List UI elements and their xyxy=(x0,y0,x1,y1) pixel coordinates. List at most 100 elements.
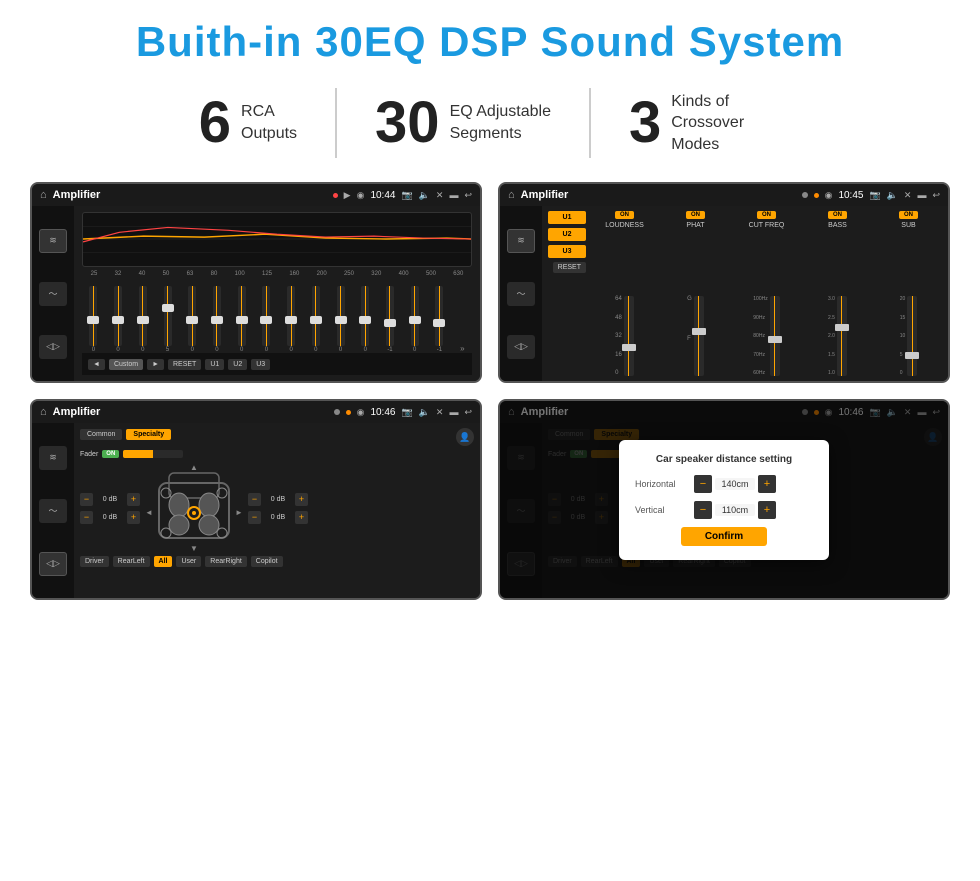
sp-vol-fr: − 0 dB + xyxy=(248,493,308,506)
stat-crossover-label: Kinds of Crossover Modes xyxy=(671,91,781,156)
sp-profile-icon[interactable]: 👤 xyxy=(456,428,474,446)
speaker-screen-card: ⌂ Amplifier ◉ 10:46 📷 🔈 ✕ ▬ ↩ ≋ 〜 ◁▷ xyxy=(30,399,482,600)
sp-vol-fl-minus[interactable]: − xyxy=(80,493,93,506)
eq-curve-svg xyxy=(83,213,471,266)
sp-batt-icon: ▬ xyxy=(449,407,458,417)
sp-fader-toggle[interactable]: ON xyxy=(102,450,119,458)
cx-channel-bass: ON BASS 3.02.52.01.51.0 xyxy=(804,211,871,376)
eq-location-icon: ◉ xyxy=(357,190,365,201)
eq-freq-labels: 253240 506380 100125160 200250320 400500… xyxy=(82,271,472,277)
cx-sidebar-vol-btn[interactable]: ◁▷ xyxy=(507,335,535,359)
sp-tab-common[interactable]: Common xyxy=(80,429,122,440)
cx-cutfreq-toggle[interactable]: ON xyxy=(757,211,776,219)
eq-slider-6: 0 xyxy=(238,286,246,353)
eq-play-icon: ▶ xyxy=(344,190,351,201)
cx-sub-name: SUB xyxy=(901,222,915,229)
cx-sidebar: ≋ 〜 ◁▷ xyxy=(500,206,542,381)
eq-vol-icon: 🔈 xyxy=(419,190,430,201)
sp-vol-fr-plus[interactable]: + xyxy=(295,493,308,506)
sp-copilot-btn[interactable]: Copilot xyxy=(251,556,283,567)
cx-preset-u1[interactable]: U1 xyxy=(548,211,586,224)
dialog-confirm-button[interactable]: Confirm xyxy=(681,527,767,546)
svg-text:▼: ▼ xyxy=(190,544,198,553)
crossover-status-bar: ⌂ Amplifier ◉ 10:45 📷 🔈 ✕ ▬ ↩ xyxy=(500,184,948,206)
sp-app-name: Amplifier xyxy=(53,406,328,418)
sp-all-btn[interactable]: All xyxy=(154,556,173,567)
eq-custom-btn[interactable]: Custom xyxy=(109,359,143,370)
sp-tab-specialty[interactable]: Specialty xyxy=(126,429,171,440)
stat-rca-number: 6 xyxy=(199,94,231,152)
eq-u3-btn[interactable]: U3 xyxy=(251,359,270,370)
dialog-vertical-plus[interactable]: + xyxy=(758,501,776,519)
sp-user-btn[interactable]: User xyxy=(176,556,201,567)
eq-slider-4: 0 xyxy=(188,286,196,353)
sp-sidebar-vol-btn[interactable]: ◁▷ xyxy=(39,552,67,576)
cx-presets: U1 U2 U3 RESET xyxy=(548,211,586,376)
eq-sidebar-eq-btn[interactable]: ≋ xyxy=(39,229,67,253)
sp-vol-rr: − 0 dB + xyxy=(248,511,308,524)
sp-vol-fr-val: 0 dB xyxy=(264,496,292,503)
screenshots-grid: ⌂ Amplifier ▶ ◉ 10:44 📷 🔈 ✕ ▬ ↩ ≋ 〜 ◁▷ xyxy=(30,182,950,600)
cx-channel-phat: ON PHAT GF xyxy=(662,211,729,376)
sp-vol-fl-val: 0 dB xyxy=(96,496,124,503)
dialog-horizontal-plus[interactable]: + xyxy=(758,475,776,493)
sp-vol-icon: 🔈 xyxy=(419,407,430,418)
cx-preset-u2[interactable]: U2 xyxy=(548,228,586,241)
cx-sub-slider[interactable] xyxy=(907,296,917,376)
sp-vol-fr-minus[interactable]: − xyxy=(248,493,261,506)
sp-rearleft-btn[interactable]: RearLeft xyxy=(113,556,150,567)
eq-sidebar-vol-btn[interactable]: ◁▷ xyxy=(39,335,67,359)
cx-phat-toggle[interactable]: ON xyxy=(686,211,705,219)
dialog-vertical-val: 110cm xyxy=(715,504,755,516)
cx-loudness-name: LOUDNESS xyxy=(605,222,644,229)
eq-sliders-row: 0 0 xyxy=(82,280,472,353)
cx-loudness-toggle[interactable]: ON xyxy=(615,211,634,219)
sp-back-icon: ↩ xyxy=(464,407,472,418)
sp-vol-rl-minus[interactable]: − xyxy=(80,511,93,524)
page-wrapper: Buith-in 30EQ DSP Sound System 6 RCA Out… xyxy=(0,0,980,881)
cx-preset-u3[interactable]: U3 xyxy=(548,245,586,258)
cx-sub-toggle[interactable]: ON xyxy=(899,211,918,219)
dialog-vertical-minus[interactable]: − xyxy=(694,501,712,519)
eq-slider-9: 0 xyxy=(312,286,320,353)
sp-vol-rr-plus[interactable]: + xyxy=(295,511,308,524)
dialog-horizontal-label: Horizontal xyxy=(635,479,690,489)
sp-vol-rr-minus[interactable]: − xyxy=(248,511,261,524)
eq-u1-btn[interactable]: U1 xyxy=(205,359,224,370)
eq-cam-icon: 📷 xyxy=(401,190,412,201)
sp-fader-slider[interactable] xyxy=(123,450,183,458)
dialog-vertical-label: Vertical xyxy=(635,505,690,515)
cx-reset-btn[interactable]: RESET xyxy=(553,262,586,273)
eq-u2-btn[interactable]: U2 xyxy=(228,359,247,370)
cx-bass-toggle[interactable]: ON xyxy=(828,211,847,219)
sp-vol-rl-plus[interactable]: + xyxy=(127,511,140,524)
sp-driver-btn[interactable]: Driver xyxy=(80,556,109,567)
eq-reset-btn[interactable]: RESET xyxy=(168,359,201,370)
stat-crossover-number: 3 xyxy=(629,94,661,152)
cx-phat-slider[interactable] xyxy=(694,296,704,376)
eq-next-btn[interactable]: ► xyxy=(147,359,164,370)
eq-sidebar-wave-btn[interactable]: 〜 xyxy=(39,282,67,306)
sp-sidebar-eq-btn[interactable]: ≋ xyxy=(39,446,67,470)
cx-loudness-slider[interactable] xyxy=(624,296,634,376)
eq-prev-btn[interactable]: ◄ xyxy=(88,359,105,370)
sp-rearright-btn[interactable]: RearRight xyxy=(205,556,247,567)
dialog-horizontal-minus[interactable]: − xyxy=(694,475,712,493)
eq-slider-11: 0 xyxy=(361,286,369,353)
sp-fader-label: Fader xyxy=(80,451,98,458)
cx-cutfreq-slider[interactable] xyxy=(770,296,780,376)
eq-main-area: 253240 506380 100125160 200250320 400500… xyxy=(74,206,480,381)
sp-vol-rl-val: 0 dB xyxy=(96,514,124,521)
cx-sidebar-wave-btn[interactable]: 〜 xyxy=(507,282,535,306)
eq-slider-12: -1 xyxy=(386,286,394,353)
sp-status-dot2 xyxy=(346,410,351,415)
dialog-horizontal-stepper: − 140cm + xyxy=(694,475,776,493)
eq-back-icon: ↩ xyxy=(464,190,472,201)
stat-rca: 6 RCA Outputs xyxy=(161,94,335,152)
sp-vol-fl-plus[interactable]: + xyxy=(127,493,140,506)
dialog-vertical-row: Vertical − 110cm + xyxy=(635,501,813,519)
cx-bass-slider[interactable] xyxy=(837,296,847,376)
sp-sidebar-wave-btn[interactable]: 〜 xyxy=(39,499,67,523)
page-title: Buith-in 30EQ DSP Sound System xyxy=(30,18,950,66)
cx-sidebar-eq-btn[interactable]: ≋ xyxy=(507,229,535,253)
